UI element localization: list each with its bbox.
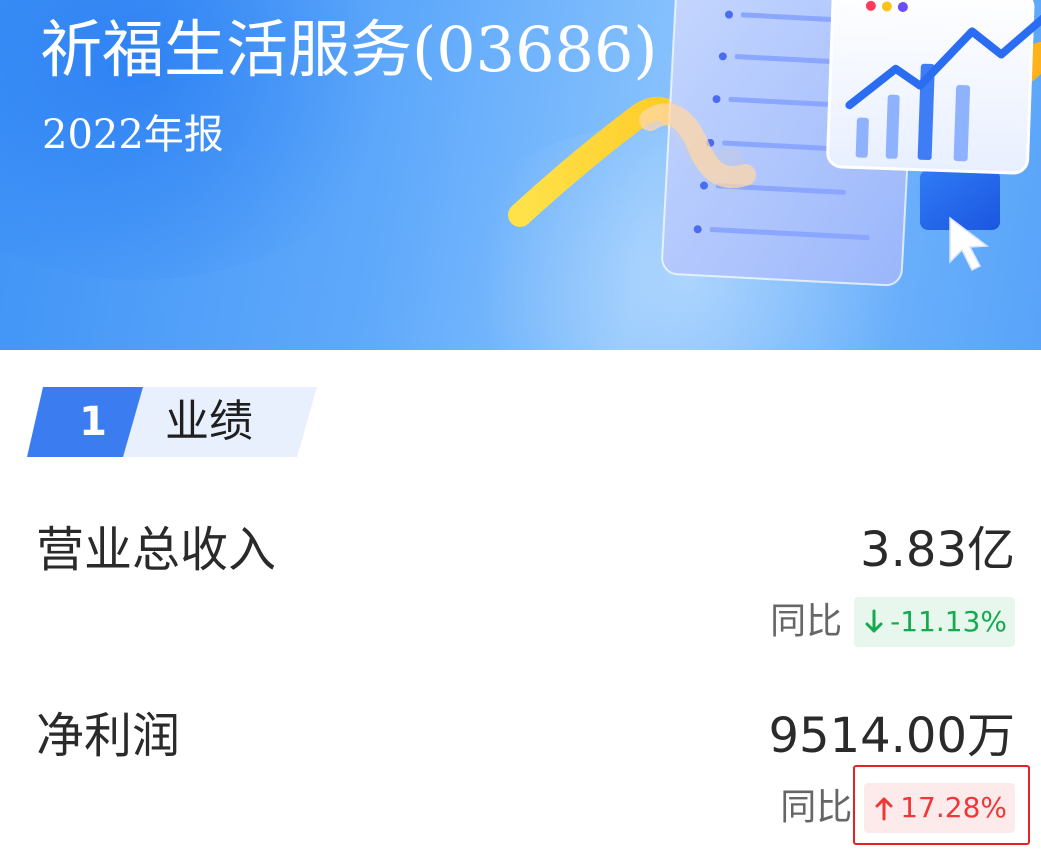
net-profit-value: 9514.00万 xyxy=(768,708,1016,764)
hero-banner: 祈福生活服务(03686) 2022年报 xyxy=(0,0,1041,350)
revenue-yoy-row: 同比 -11.13% xyxy=(770,597,1015,647)
revenue-label: 营业总收入 xyxy=(36,522,277,578)
report-illustration-icon xyxy=(508,0,1041,287)
section-number: 1 xyxy=(79,399,107,445)
arrow-down-icon xyxy=(864,609,884,635)
revenue-yoy-badge: -11.13% xyxy=(854,597,1015,647)
net-profit-yoy-label: 同比 xyxy=(780,787,853,828)
revenue-yoy-label: 同比 xyxy=(770,601,843,642)
section-title: 业绩 xyxy=(165,396,253,447)
section-header: 1 业绩 xyxy=(27,387,317,457)
net-profit-label: 净利润 xyxy=(36,708,181,764)
highlight-box xyxy=(853,765,1030,845)
revenue-yoy-change: -11.13% xyxy=(890,605,1007,638)
revenue-value: 3.83亿 xyxy=(860,522,1015,578)
report-period: 2022年报 xyxy=(42,112,224,158)
